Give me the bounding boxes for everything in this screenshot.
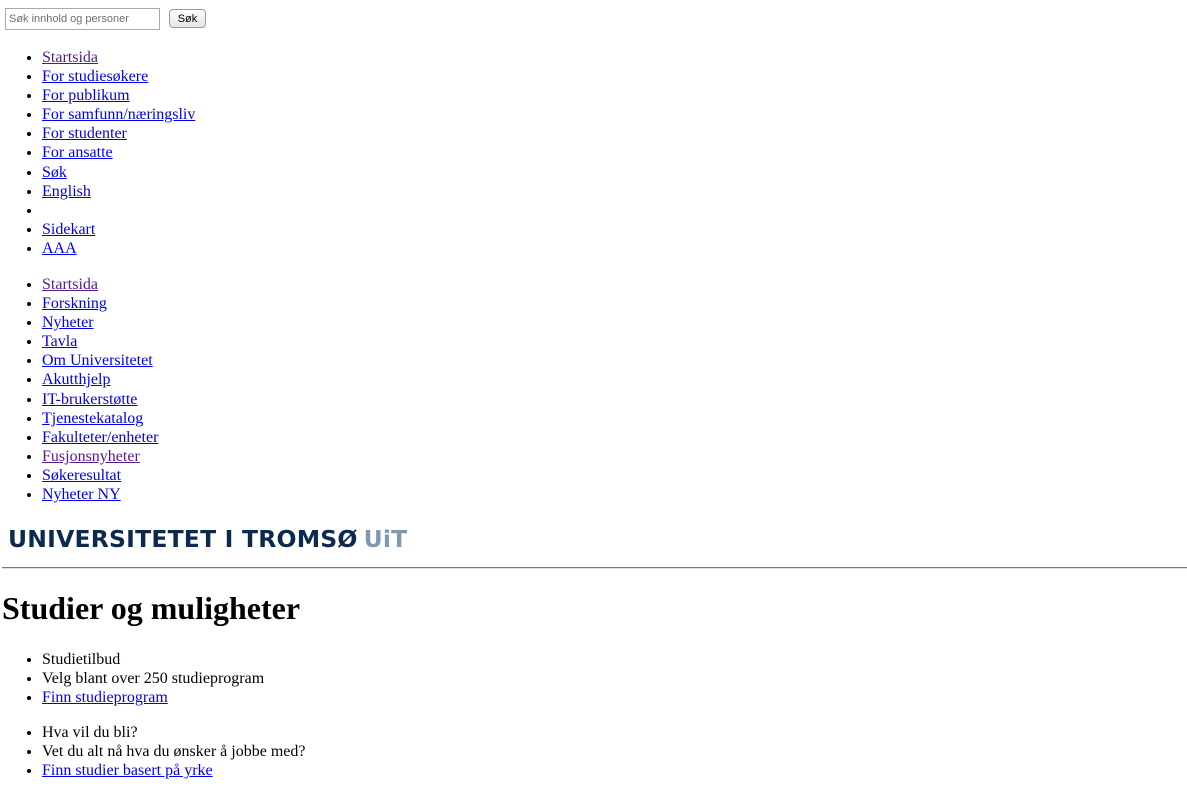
main-nav-item-sokeresultat: Søkeresultat <box>42 466 642 485</box>
university-logo[interactable]: UNIVERSITETET I TROMSØ UiT <box>8 525 407 553</box>
top-nav-link-sidekart[interactable]: Sidekart <box>42 221 95 238</box>
top-nav-link-startsida[interactable]: Startsida <box>42 49 98 66</box>
main-nav-link-tavla[interactable]: Tavla <box>42 333 77 350</box>
top-nav-item-english: English <box>42 182 642 201</box>
find-study-program-link[interactable]: Finn studieprogram <box>42 689 168 706</box>
top-nav-link-studenter[interactable]: For studenter <box>42 125 127 142</box>
top-nav-link-sok[interactable]: Søk <box>42 164 67 181</box>
main-nav-item-fakulteter: Fakulteter/enheter <box>42 428 642 447</box>
main-nav-item-om-universitetet: Om Universitetet <box>42 351 642 370</box>
main-nav-link-om-universitetet[interactable]: Om Universitetet <box>42 352 153 369</box>
main-nav-item-nyheter: Nyheter <box>42 313 642 332</box>
top-nav-item-aaa: AAA <box>42 239 642 258</box>
study-offer-heading: Studietilbud <box>42 650 642 669</box>
top-nav-item-samfunn: For samfunn/næringsliv <box>42 105 642 124</box>
main-nav-item-forskning: Forskning <box>42 294 642 313</box>
logo-abbr: UiT <box>363 525 408 553</box>
top-nav-link-english[interactable]: English <box>42 183 91 200</box>
page-title: Studier og muligheter <box>2 590 301 626</box>
top-nav-item-startsida: Startsida <box>42 48 642 67</box>
top-nav-link-aaa[interactable]: AAA <box>42 240 77 257</box>
main-nav-link-nyheter[interactable]: Nyheter <box>42 314 94 331</box>
top-nav-link-samfunn[interactable]: For samfunn/næringsliv <box>42 106 195 123</box>
main-nav-item-tjenestekatalog: Tjenestekatalog <box>42 409 642 428</box>
main-nav-link-nyheter-ny[interactable]: Nyheter NY <box>42 486 121 503</box>
study-offer-text: Velg blant over 250 studieprogram <box>42 669 642 688</box>
main-nav-link-forskning[interactable]: Forskning <box>42 295 107 312</box>
main-nav-item-akutthjelp: Akutthjelp <box>42 370 642 389</box>
main-nav-link-startsida[interactable]: Startsida <box>42 276 98 293</box>
career-list: Hva vil du bli? Vet du alt nå hva du øns… <box>0 723 642 780</box>
top-nav-item-studenter: For studenter <box>42 124 642 143</box>
search-button[interactable]: Søk <box>169 9 206 28</box>
divider <box>2 567 1187 569</box>
career-heading: Hva vil du bli? <box>42 723 642 742</box>
find-studies-by-profession-link[interactable]: Finn studier basert på yrke <box>42 762 213 779</box>
main-nav-link-tjenestekatalog[interactable]: Tjenestekatalog <box>42 410 143 427</box>
main-nav-link-fusjonsnyheter[interactable]: Fusjonsnyheter <box>42 448 140 465</box>
top-nav-item-empty <box>42 201 642 220</box>
main-nav-link-sokeresultat[interactable]: Søkeresultat <box>42 467 121 484</box>
search-input[interactable] <box>5 8 160 30</box>
top-nav-item-sok: Søk <box>42 163 642 182</box>
top-nav-link-ansatte[interactable]: For ansatte <box>42 144 113 161</box>
career-link-item: Finn studier basert på yrke <box>42 761 642 780</box>
main-nav-item-it-brukerstotte: IT-brukerstøtte <box>42 390 642 409</box>
study-offer-link-item: Finn studieprogram <box>42 688 642 707</box>
main-nav-link-akutthjelp[interactable]: Akutthjelp <box>42 371 110 388</box>
top-nav-link-publikum[interactable]: For publikum <box>42 87 130 104</box>
main-nav-item-startsida: Startsida <box>42 275 642 294</box>
logo-name: UNIVERSITETET I TROMSØ <box>8 525 358 553</box>
main-nav-link-fakulteter[interactable]: Fakulteter/enheter <box>42 429 158 446</box>
top-nav-link-studiesokere[interactable]: For studiesøkere <box>42 68 148 85</box>
top-nav-item-sidekart: Sidekart <box>42 220 642 239</box>
main-nav-link-it-brukerstotte[interactable]: IT-brukerstøtte <box>42 391 137 408</box>
top-nav-item-ansatte: For ansatte <box>42 143 642 162</box>
main-nav-item-tavla: Tavla <box>42 332 642 351</box>
main-nav-item-nyheter-ny: Nyheter NY <box>42 485 642 504</box>
main-nav-item-fusjonsnyheter: Fusjonsnyheter <box>42 447 642 466</box>
top-nav-item-studiesokere: For studiesøkere <box>42 67 642 86</box>
study-offer-list: Studietilbud Velg blant over 250 studiep… <box>0 650 642 707</box>
career-text: Vet du alt nå hva du ønsker å jobbe med? <box>42 742 642 761</box>
top-nav-item-publikum: For publikum <box>42 86 642 105</box>
top-navigation: Startsida For studiesøkere For publikum … <box>0 48 642 258</box>
main-navigation: Startsida Forskning Nyheter Tavla Om Uni… <box>0 275 642 504</box>
